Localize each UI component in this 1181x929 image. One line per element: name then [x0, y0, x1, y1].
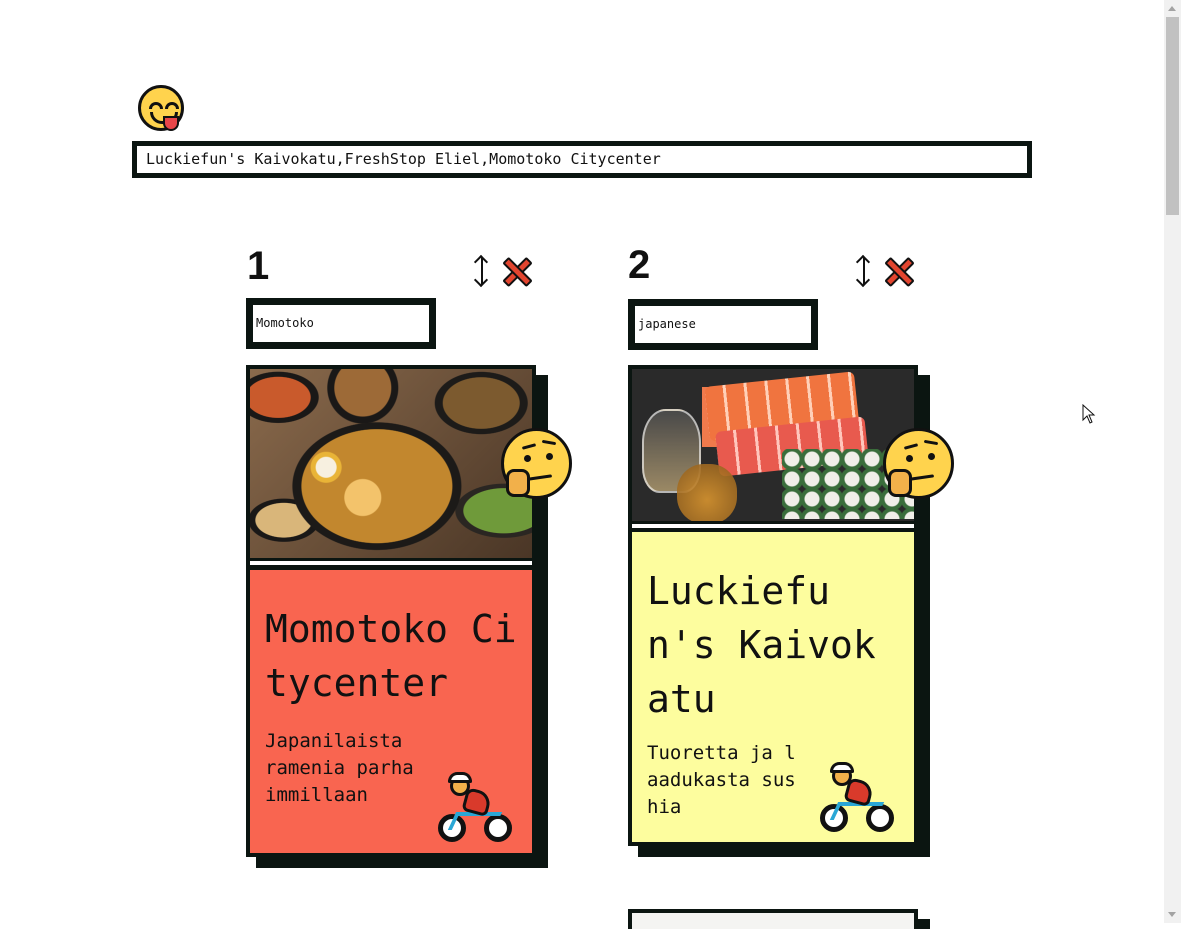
card-image-ramen [250, 369, 532, 558]
card-description-1: Japanilaista ramenia parhaimmillaan [265, 730, 414, 806]
column-number-1: 1 [247, 244, 270, 288]
thinking-face-icon [501, 428, 572, 499]
scroll-down-arrow-icon[interactable] [1168, 912, 1176, 917]
cyclist-icon [820, 762, 894, 832]
restaurant-card-3[interactable] [628, 909, 918, 929]
card-description-2: Tuoretta ja laadukasta sushia [647, 742, 796, 818]
sort-arrows-icon[interactable] [473, 254, 490, 288]
page-scrollbar[interactable] [1164, 0, 1181, 923]
card-body-2: Luckiefun's Kaivokatu Tuoretta ja laaduk… [632, 532, 914, 842]
close-x-icon[interactable] [502, 256, 533, 288]
card-body-1: Momotoko Citycenter Japanilaista ramenia… [250, 570, 532, 853]
restaurant-card-2[interactable]: Luckiefun's Kaivokatu Tuoretta ja laaduk… [628, 365, 918, 846]
card-divider [250, 561, 532, 565]
scrollbar-thumb[interactable] [1166, 17, 1179, 215]
card-divider [632, 524, 914, 528]
card-image-3 [632, 913, 914, 929]
restaurant-card-1[interactable]: Momotoko Citycenter Japanilaista ramenia… [246, 365, 536, 857]
card-image-sushi [632, 369, 914, 521]
scroll-up-arrow-icon[interactable] [1168, 6, 1176, 11]
restaurant-search-input[interactable]: Luckiefun's Kaivokatu,FreshStop Eliel,Mo… [132, 141, 1032, 178]
close-x-icon[interactable] [884, 256, 915, 288]
column-number-2: 2 [628, 243, 651, 287]
card-title-2: Luckiefun's Kaivokatu [647, 569, 876, 721]
sort-arrows-icon[interactable] [855, 254, 872, 288]
yum-face-icon [138, 85, 184, 131]
thinking-face-icon [883, 428, 954, 499]
filter-input-1[interactable]: Momotoko [246, 298, 436, 349]
cyclist-icon [438, 772, 512, 842]
card-title-1: Momotoko Citycenter [265, 607, 517, 705]
filter-input-2[interactable]: japanese [628, 299, 818, 350]
